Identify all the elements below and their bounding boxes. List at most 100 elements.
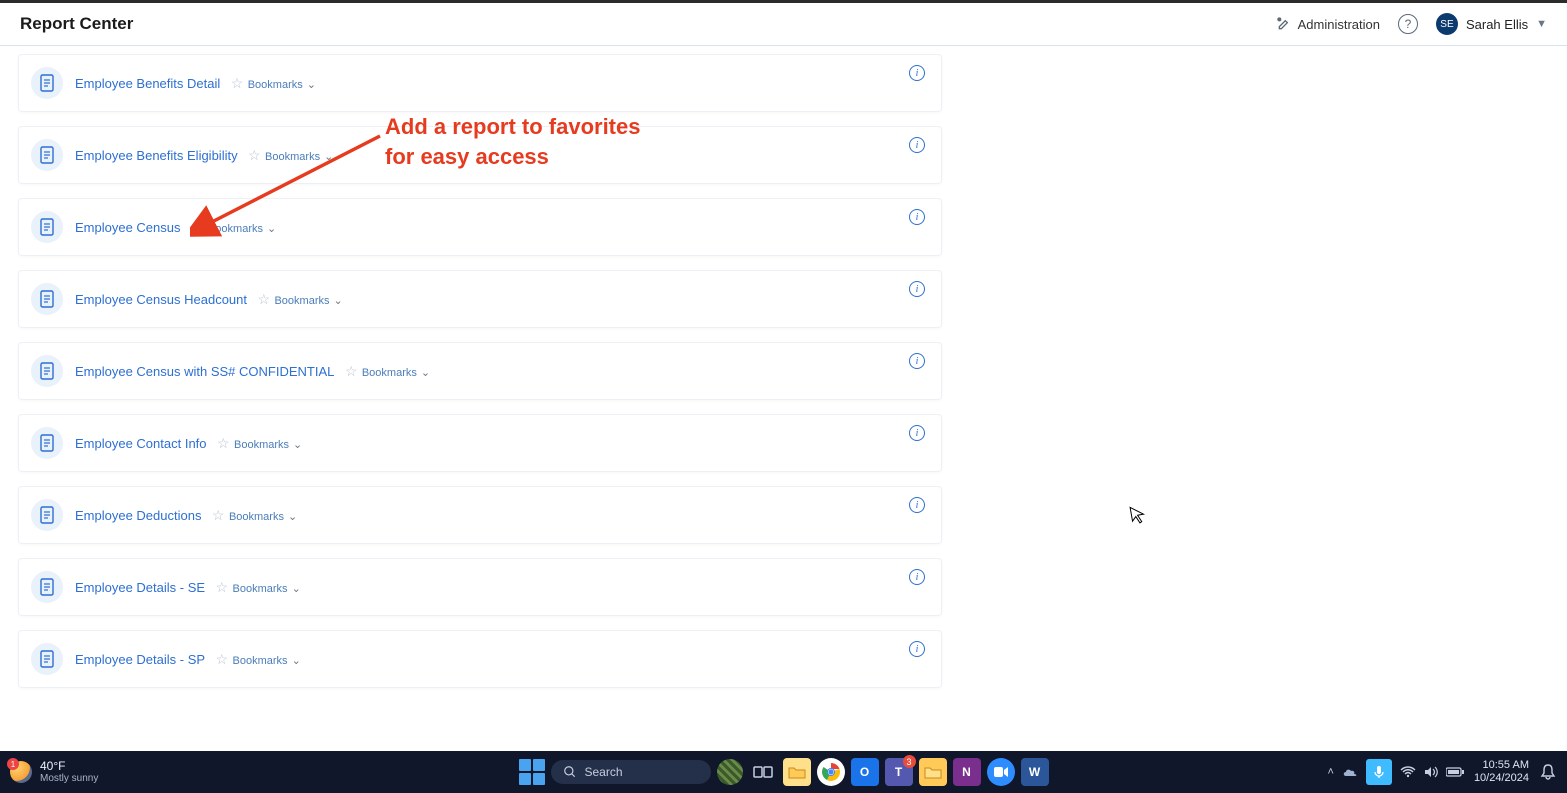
report-title-link[interactable]: Employee Details - SE	[75, 580, 205, 595]
teams-icon: T	[895, 765, 902, 779]
info-button[interactable]: i	[909, 65, 925, 81]
info-button[interactable]: i	[909, 569, 925, 585]
report-body: Employee Census Headcount ☆ Bookmarks ⌄	[75, 289, 925, 309]
outlook-app[interactable]: O	[851, 758, 879, 786]
bookmarks-dropdown[interactable]: Bookmarks ⌄	[362, 366, 430, 379]
bookmarks-dropdown[interactable]: Bookmarks ⌄	[229, 510, 297, 523]
report-title-link[interactable]: Employee Deductions	[75, 508, 201, 523]
chevron-down-icon: ⌄	[293, 438, 302, 451]
teams-app[interactable]: T 3	[885, 758, 913, 786]
document-icon	[39, 218, 55, 236]
favorite-star-icon[interactable]: ☆	[257, 291, 270, 308]
tray-icons[interactable]: ˄	[1328, 759, 1464, 785]
chevron-down-icon: ⌄	[292, 582, 301, 595]
chrome-app[interactable]	[817, 758, 845, 786]
report-type-icon	[31, 139, 63, 171]
info-button[interactable]: i	[909, 641, 925, 657]
bookmarks-label: Bookmarks	[233, 583, 288, 595]
bookmarks-dropdown[interactable]: Bookmarks ⌄	[265, 150, 333, 163]
administration-label: Administration	[1298, 17, 1380, 32]
outlook-icon: O	[860, 765, 869, 779]
favorite-star-icon[interactable]: ☆	[191, 219, 204, 236]
bell-icon	[1539, 763, 1557, 781]
taskbar-widget-icon[interactable]	[717, 759, 743, 785]
start-button[interactable]	[519, 759, 545, 785]
help-button[interactable]: ?	[1398, 14, 1418, 34]
favorite-star-icon[interactable]: ☆	[217, 435, 230, 452]
favorite-star-icon[interactable]: ☆	[248, 147, 261, 164]
favorite-star-icon[interactable]: ☆	[345, 363, 358, 380]
annotation-line1: Add a report to favorites	[385, 112, 640, 142]
bookmarks-label: Bookmarks	[362, 367, 417, 379]
zoom-app[interactable]	[987, 758, 1015, 786]
weather-temp: 40°F	[40, 760, 98, 773]
volume-tray-icon[interactable]	[1424, 766, 1438, 778]
report-card: Employee Details - SE ☆ Bookmarks ⌄ i	[18, 558, 942, 616]
bookmarks-dropdown[interactable]: Bookmarks ⌄	[234, 438, 302, 451]
report-card: Employee Details - SP ☆ Bookmarks ⌄ i	[18, 630, 942, 688]
document-icon	[39, 290, 55, 308]
chevron-up-icon[interactable]: ˄	[1328, 766, 1334, 778]
taskbar-clock[interactable]: 10:55 AM 10/24/2024	[1474, 759, 1529, 784]
notifications-button[interactable]	[1539, 763, 1557, 781]
bookmarks-dropdown[interactable]: Bookmarks ⌄	[208, 222, 276, 235]
search-placeholder: Search	[585, 765, 623, 779]
favorite-star-icon[interactable]: ☆	[231, 75, 244, 92]
task-view-icon	[753, 764, 773, 780]
favorite-star-icon[interactable]: ☆	[212, 507, 225, 524]
bookmarks-label: Bookmarks	[248, 79, 303, 91]
page-title: Report Center	[20, 14, 133, 34]
word-app[interactable]: W	[1021, 758, 1049, 786]
report-card: Employee Census with SS# CONFIDENTIAL ☆ …	[18, 342, 942, 400]
taskbar-weather[interactable]: 1 40°F Mostly sunny	[0, 760, 180, 784]
report-body: Employee Benefits Detail ☆ Bookmarks ⌄	[75, 73, 925, 93]
onenote-app[interactable]: N	[953, 758, 981, 786]
bookmarks-dropdown[interactable]: Bookmarks ⌄	[233, 654, 301, 667]
report-card: Employee Census Headcount ☆ Bookmarks ⌄ …	[18, 270, 942, 328]
info-button[interactable]: i	[909, 281, 925, 297]
report-title-link[interactable]: Employee Contact Info	[75, 436, 207, 451]
battery-tray-icon[interactable]	[1446, 767, 1464, 777]
info-button[interactable]: i	[909, 137, 925, 153]
favorite-star-icon[interactable]: ☆	[216, 651, 229, 668]
folder-icon	[788, 765, 806, 779]
favorite-star-icon[interactable]: ☆	[216, 579, 229, 596]
bookmarks-label: Bookmarks	[234, 439, 289, 451]
document-icon	[39, 74, 55, 92]
user-menu[interactable]: SE Sarah Ellis ▼	[1436, 13, 1547, 35]
weather-text: 40°F Mostly sunny	[40, 760, 98, 784]
bookmarks-label: Bookmarks	[208, 223, 263, 235]
bookmarks-label: Bookmarks	[274, 295, 329, 307]
weather-alert-badge: 1	[7, 758, 19, 770]
task-view-button[interactable]	[749, 758, 777, 786]
wifi-tray-icon[interactable]	[1400, 766, 1416, 778]
report-type-icon	[31, 211, 63, 243]
tools-icon	[1276, 16, 1292, 32]
onedrive-tray-icon[interactable]	[1342, 766, 1358, 778]
report-title-link[interactable]: Employee Benefits Detail	[75, 76, 220, 91]
report-type-icon	[31, 643, 63, 675]
report-title-link[interactable]: Employee Census with SS# CONFIDENTIAL	[75, 364, 334, 379]
info-button[interactable]: i	[909, 497, 925, 513]
bookmarks-dropdown[interactable]: Bookmarks ⌄	[248, 78, 316, 91]
annotation-text: Add a report to favorites for easy acces…	[385, 112, 640, 171]
file-explorer-app[interactable]	[783, 758, 811, 786]
report-title-link[interactable]: Employee Details - SP	[75, 652, 205, 667]
bookmarks-dropdown[interactable]: Bookmarks ⌄	[274, 294, 342, 307]
administration-link[interactable]: Administration	[1276, 16, 1380, 32]
report-body: Employee Details - SP ☆ Bookmarks ⌄	[75, 649, 925, 669]
taskbar-search[interactable]: Search	[551, 760, 711, 784]
info-button[interactable]: i	[909, 353, 925, 369]
report-title-link[interactable]: Employee Benefits Eligibility	[75, 148, 238, 163]
report-title-link[interactable]: Employee Census Headcount	[75, 292, 247, 307]
bookmarks-dropdown[interactable]: Bookmarks ⌄	[233, 582, 301, 595]
info-button[interactable]: i	[909, 425, 925, 441]
microphone-tray-icon[interactable]	[1366, 759, 1392, 785]
teams-badge: 3	[903, 755, 916, 768]
zoom-icon	[994, 767, 1008, 777]
folder-icon	[924, 765, 942, 779]
info-button[interactable]: i	[909, 209, 925, 225]
folder-app[interactable]	[919, 758, 947, 786]
report-title-link[interactable]: Employee Census	[75, 220, 181, 235]
chevron-down-icon: ⌄	[334, 294, 343, 307]
